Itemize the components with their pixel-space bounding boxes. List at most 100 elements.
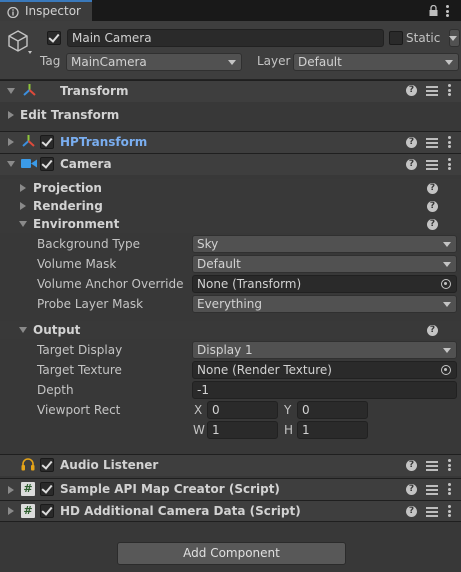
add-component-button[interactable]: Add Component xyxy=(117,542,346,565)
probe-layer-dropdown[interactable]: Everything xyxy=(192,295,457,313)
axes-icon xyxy=(22,135,35,147)
help-icon[interactable]: ? xyxy=(427,201,438,212)
edit-transform-label[interactable]: Edit Transform xyxy=(20,108,119,122)
volume-mask-label: Volume Mask xyxy=(37,257,117,271)
camera-enabled-checkbox[interactable] xyxy=(40,157,54,171)
audio-listener-enabled-checkbox[interactable] xyxy=(40,458,54,472)
sample-api-foldout-icon[interactable] xyxy=(8,486,14,494)
layer-dropdown[interactable]: Default xyxy=(293,53,459,71)
help-icon[interactable]: ? xyxy=(406,159,417,170)
volume-anchor-label: Volume Anchor Override xyxy=(37,277,184,291)
camera-title: Camera xyxy=(60,157,112,171)
viewport-h-input[interactable]: 1 xyxy=(297,421,368,439)
volume-anchor-value: None (Transform) xyxy=(197,277,302,291)
target-display-value: Display 1 xyxy=(197,343,253,357)
presets-icon[interactable] xyxy=(426,85,438,96)
help-icon[interactable]: ? xyxy=(406,460,417,471)
hptransform-title: HPTransform xyxy=(60,135,148,149)
layer-label: Layer xyxy=(257,54,291,68)
script-hash-icon: # xyxy=(21,482,35,496)
help-icon[interactable]: ? xyxy=(406,484,417,495)
component-menu-icon[interactable] xyxy=(448,505,451,517)
script-hash-icon: # xyxy=(21,504,35,518)
viewport-w-label[interactable]: W xyxy=(193,423,205,437)
lock-icon[interactable] xyxy=(429,5,438,16)
background-type-label: Background Type xyxy=(37,237,140,251)
object-picker-icon[interactable] xyxy=(441,365,451,375)
help-icon[interactable]: ? xyxy=(406,137,417,148)
help-icon[interactable]: ? xyxy=(406,506,417,517)
help-icon[interactable]: ? xyxy=(427,219,438,230)
environment-label: Environment xyxy=(33,217,120,231)
component-menu-icon[interactable] xyxy=(448,483,451,495)
sample-api-enabled-checkbox[interactable] xyxy=(40,482,54,496)
presets-icon[interactable] xyxy=(426,484,438,495)
layer-value: Default xyxy=(298,55,342,69)
environment-foldout-icon[interactable] xyxy=(19,221,27,227)
transform-foldout-icon[interactable] xyxy=(7,88,15,94)
presets-icon[interactable] xyxy=(426,159,438,170)
tab-menu-icon[interactable] xyxy=(446,5,449,17)
viewport-y-input[interactable]: 0 xyxy=(297,401,368,419)
target-texture-field[interactable]: None (Render Texture) xyxy=(192,361,457,379)
transform-title: Transform xyxy=(60,84,129,98)
target-texture-label: Target Texture xyxy=(37,363,122,377)
viewport-h-label[interactable]: H xyxy=(284,423,293,437)
edit-transform-foldout-icon[interactable] xyxy=(8,111,14,119)
help-icon[interactable]: ? xyxy=(427,183,438,194)
tab-bar: Inspector xyxy=(0,0,461,21)
axes-icon xyxy=(23,84,36,96)
target-texture-value: None (Render Texture) xyxy=(197,363,332,377)
active-checkbox[interactable] xyxy=(47,31,61,45)
help-icon[interactable]: ? xyxy=(406,85,417,96)
object-name-input[interactable]: Main Camera xyxy=(67,29,384,47)
object-picker-icon[interactable] xyxy=(441,279,451,289)
output-label: Output xyxy=(33,323,81,337)
presets-icon[interactable] xyxy=(426,506,438,517)
rendering-label: Rendering xyxy=(33,199,103,213)
hptransform-foldout-icon[interactable] xyxy=(8,138,14,146)
static-label: Static xyxy=(406,31,441,45)
target-display-dropdown[interactable]: Display 1 xyxy=(192,341,457,359)
background-type-value: Sky xyxy=(197,237,219,251)
component-menu-icon[interactable] xyxy=(448,158,451,170)
hd-camera-data-enabled-checkbox[interactable] xyxy=(40,504,54,518)
viewport-x-label[interactable]: X xyxy=(194,403,202,417)
camera-foldout-icon[interactable] xyxy=(7,161,15,167)
camera-icon xyxy=(21,159,37,168)
component-menu-icon[interactable] xyxy=(448,459,451,471)
probe-layer-label: Probe Layer Mask xyxy=(37,297,144,311)
volume-anchor-field[interactable]: None (Transform) xyxy=(192,275,457,293)
volume-mask-value: Default xyxy=(197,257,241,271)
projection-foldout-icon[interactable] xyxy=(20,184,26,192)
viewport-y-label[interactable]: Y xyxy=(284,403,291,417)
viewport-x-input[interactable]: 0 xyxy=(207,401,278,419)
output-foldout-icon[interactable] xyxy=(19,327,27,333)
tab-inspector[interactable]: Inspector xyxy=(0,0,92,21)
static-dropdown[interactable] xyxy=(449,29,460,47)
hptransform-enabled-checkbox[interactable] xyxy=(40,135,54,149)
hd-camera-data-foldout-icon[interactable] xyxy=(8,507,14,515)
background-type-dropdown[interactable]: Sky xyxy=(192,235,457,253)
component-menu-icon[interactable] xyxy=(448,136,451,148)
projection-label: Projection xyxy=(33,181,102,195)
volume-mask-dropdown[interactable]: Default xyxy=(192,255,457,273)
headphones-icon xyxy=(21,458,35,471)
static-checkbox[interactable] xyxy=(389,31,403,45)
tag-dropdown[interactable]: MainCamera xyxy=(66,53,242,71)
cube-icon[interactable] xyxy=(6,29,34,57)
target-display-label: Target Display xyxy=(37,343,123,357)
depth-label: Depth xyxy=(37,383,74,397)
help-icon[interactable]: ? xyxy=(427,325,438,336)
probe-layer-value: Everything xyxy=(197,297,262,311)
component-menu-icon[interactable] xyxy=(448,84,451,96)
audio-listener-title: Audio Listener xyxy=(60,458,159,472)
tag-label: Tag xyxy=(40,54,61,68)
tag-value: MainCamera xyxy=(71,55,147,69)
presets-icon[interactable] xyxy=(426,137,438,148)
viewport-rect-label: Viewport Rect xyxy=(37,403,121,417)
rendering-foldout-icon[interactable] xyxy=(20,202,26,210)
viewport-w-input[interactable]: 1 xyxy=(207,421,278,439)
presets-icon[interactable] xyxy=(426,460,438,471)
depth-input[interactable]: -1 xyxy=(192,381,457,399)
